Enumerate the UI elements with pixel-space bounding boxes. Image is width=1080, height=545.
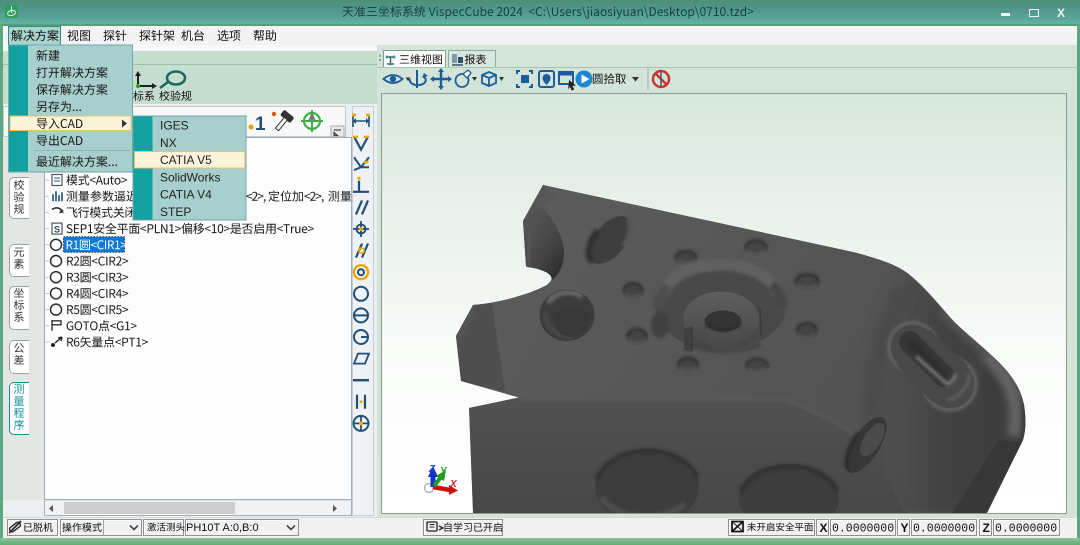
svg-text:CATIA V4: CATIA V4 <box>160 188 212 202</box>
svg-text:X: X <box>820 521 828 535</box>
svg-text:1: 1 <box>255 114 266 135</box>
svg-text:0.0000000: 0.0000000 <box>832 523 894 536</box>
svg-text:IGES: IGES <box>160 119 189 133</box>
svg-text:SolidWorks: SolidWorks <box>160 170 220 184</box>
svg-text:Y: Y <box>440 466 448 477</box>
svg-text:Z: Z <box>983 521 990 535</box>
svg-text:CATIA V5: CATIA V5 <box>160 153 212 167</box>
svg-text:PH10T A:0,B:0: PH10T A:0,B:0 <box>186 522 259 534</box>
svg-text:0.0000000: 0.0000000 <box>995 523 1057 536</box>
svg-text:NX: NX <box>160 136 177 150</box>
svg-text:0.0000000: 0.0000000 <box>913 523 975 536</box>
svg-text:Y: Y <box>901 521 909 535</box>
svg-text:X: X <box>449 479 458 490</box>
svg-text:STEP: STEP <box>160 205 191 219</box>
svg-text:Z: Z <box>428 464 436 475</box>
svg-text:S: S <box>54 225 60 235</box>
